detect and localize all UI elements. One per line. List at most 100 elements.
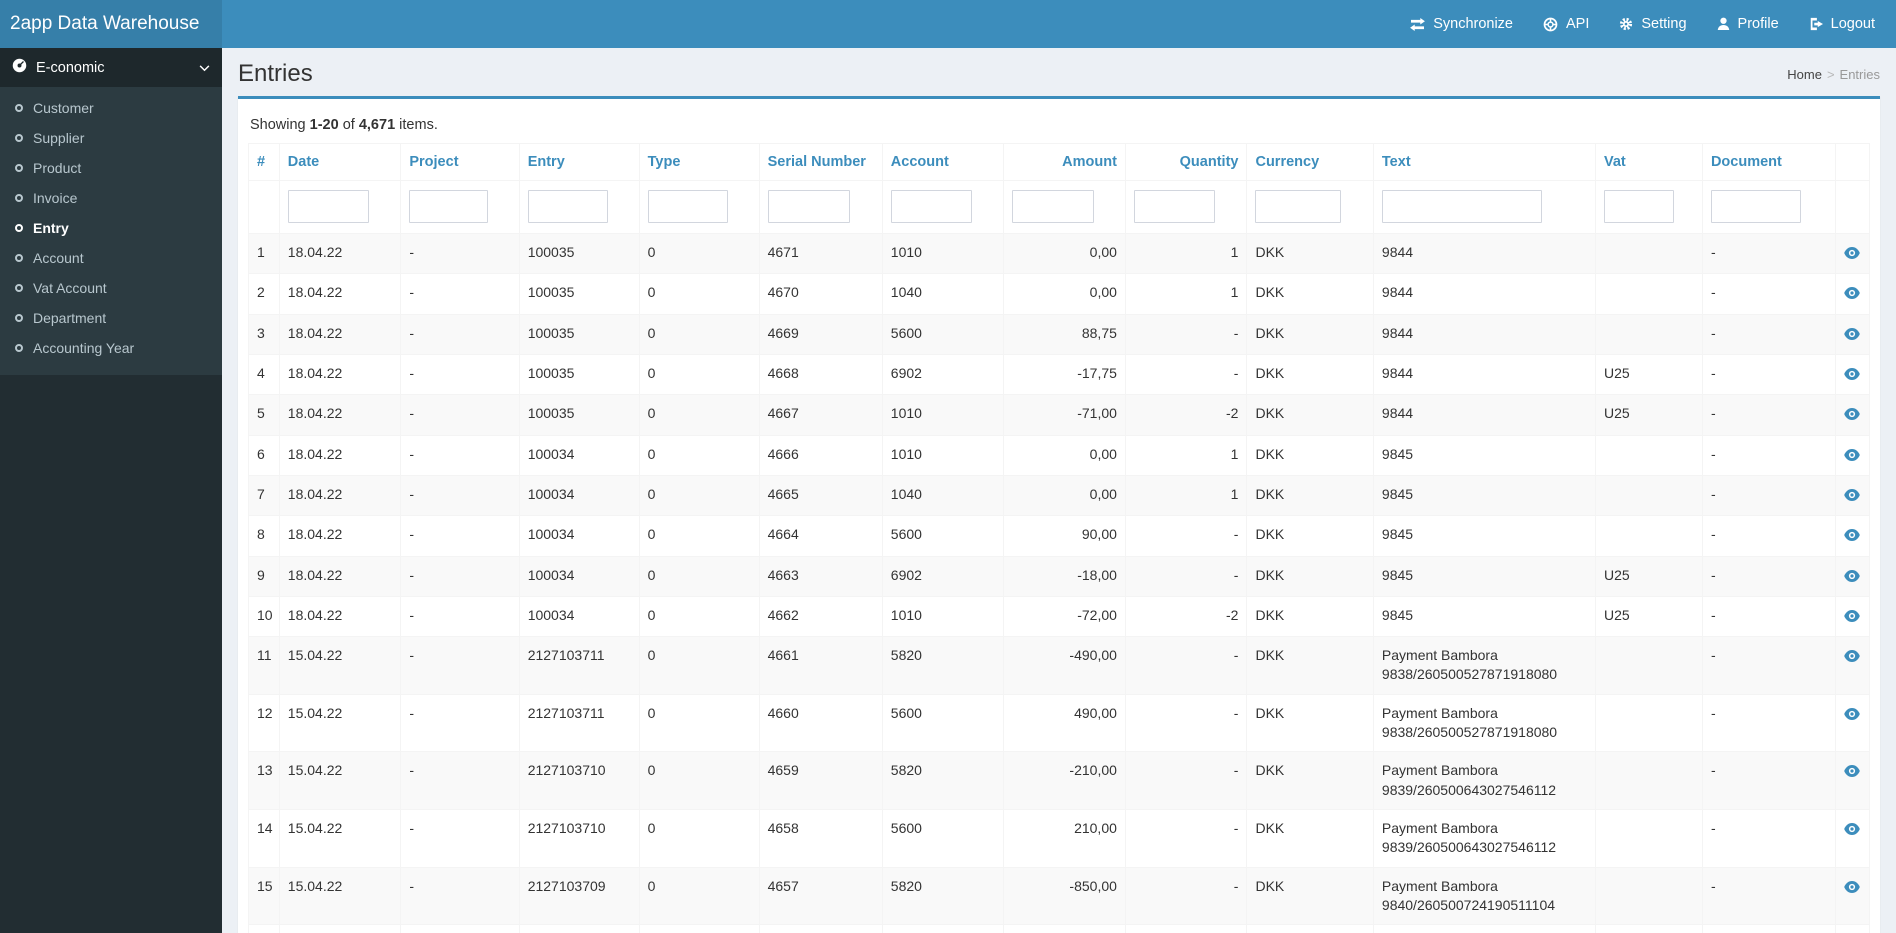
cell-account: 6902 bbox=[881, 555, 1005, 597]
app-logo[interactable]: 2app Data Warehouse bbox=[0, 0, 222, 48]
cell-account: 5820 bbox=[881, 636, 1005, 695]
filter-type-input[interactable] bbox=[647, 190, 728, 223]
nav-item-profile[interactable]: Profile bbox=[1702, 0, 1794, 48]
sidebar-item-customer[interactable]: Customer bbox=[0, 93, 222, 123]
eye-icon bbox=[1844, 247, 1861, 259]
cell-vat: U25 bbox=[1594, 394, 1703, 436]
cell-num: 3 bbox=[248, 313, 280, 355]
view-entry-button[interactable] bbox=[1844, 404, 1861, 425]
sidebar-item-vat-account[interactable]: Vat Account bbox=[0, 273, 222, 303]
view-entry-button[interactable] bbox=[1844, 324, 1861, 345]
column-header-type[interactable]: Type bbox=[638, 143, 760, 181]
view-entry-button[interactable] bbox=[1844, 445, 1861, 466]
view-entry-button[interactable] bbox=[1844, 819, 1861, 840]
cell-type: 0 bbox=[638, 693, 760, 753]
cell-amount: -71,00 bbox=[1003, 394, 1126, 436]
view-entry-button[interactable] bbox=[1844, 566, 1861, 587]
cell-currency: DKK bbox=[1246, 515, 1374, 557]
nav-label: Profile bbox=[1737, 16, 1779, 32]
nav-item-synchronize[interactable]: Synchronize bbox=[1395, 0, 1528, 48]
filter-currency-input[interactable] bbox=[1255, 190, 1341, 223]
cell-quantity: -2 bbox=[1124, 394, 1248, 436]
filter-entry-input[interactable] bbox=[527, 190, 608, 223]
view-entry-button[interactable] bbox=[1844, 606, 1861, 627]
sidebar: E-conomic Customer Supplier Product Invo… bbox=[0, 48, 222, 933]
filter-cell-date bbox=[278, 180, 402, 234]
eye-icon bbox=[1844, 327, 1861, 340]
filter-vat-input[interactable] bbox=[1603, 190, 1675, 223]
nav-item-setting[interactable]: Setting bbox=[1604, 0, 1701, 48]
cell-account: 5820 bbox=[881, 751, 1005, 810]
cell-vat bbox=[1594, 924, 1703, 933]
eye-icon bbox=[1844, 367, 1861, 380]
view-entry-button[interactable] bbox=[1844, 243, 1861, 264]
cell-num: 6 bbox=[248, 434, 280, 476]
cell-date: 15.04.22 bbox=[278, 866, 402, 926]
sidebar-item-product[interactable]: Product bbox=[0, 153, 222, 183]
sidebar-item-supplier[interactable]: Supplier bbox=[0, 123, 222, 153]
chevron-down-icon bbox=[199, 60, 210, 76]
nav-item-logout[interactable]: Logout bbox=[1794, 0, 1890, 48]
cell-serial: 4668 bbox=[758, 353, 883, 396]
cell-amount: -18,00 bbox=[1003, 555, 1126, 597]
column-header-account[interactable]: Account bbox=[881, 143, 1005, 181]
column-header-project[interactable]: Project bbox=[400, 143, 520, 181]
eye-icon bbox=[1844, 408, 1861, 421]
view-entry-button[interactable] bbox=[1844, 364, 1861, 385]
cell-currency: DKK bbox=[1246, 595, 1374, 638]
view-entry-button[interactable] bbox=[1844, 525, 1861, 546]
column-header-vat[interactable]: Vat bbox=[1594, 143, 1703, 181]
column-header-amount[interactable]: Amount bbox=[1003, 143, 1126, 181]
cell-serial: 4662 bbox=[758, 595, 883, 638]
table-row: 6 18.04.22-100034 0 4666 1010 0,00 1 DKK 9845- bbox=[248, 434, 1871, 476]
filter-account-input[interactable] bbox=[890, 190, 973, 223]
nav-label: Logout bbox=[1830, 16, 1875, 32]
sidebar-item-invoice[interactable]: Invoice bbox=[0, 183, 222, 213]
cell-type: 0 bbox=[638, 924, 760, 933]
view-entry-button[interactable] bbox=[1844, 646, 1861, 667]
column-header-serial[interactable]: Serial Number bbox=[758, 143, 883, 181]
view-entry-button[interactable] bbox=[1844, 485, 1861, 506]
filter-quantity-input[interactable] bbox=[1133, 190, 1216, 223]
filter-date-input[interactable] bbox=[287, 190, 370, 223]
filter-document-input[interactable] bbox=[1710, 190, 1802, 223]
column-header-text[interactable]: Text bbox=[1372, 143, 1596, 181]
view-entry-button[interactable] bbox=[1844, 704, 1861, 725]
user-icon bbox=[1717, 17, 1730, 31]
table-row: 5 18.04.22-100035 0 4667 1010 -71,00 -2 DKK 9844… bbox=[248, 394, 1871, 436]
cell-entry: 100034 bbox=[518, 474, 640, 517]
column-header-quantity[interactable]: Quantity bbox=[1124, 143, 1248, 181]
breadcrumb-home[interactable]: Home bbox=[1787, 67, 1822, 82]
filter-project-input[interactable] bbox=[409, 190, 489, 223]
sidebar-item-entry[interactable]: Entry bbox=[0, 213, 222, 243]
view-entry-button[interactable] bbox=[1844, 761, 1861, 782]
cell-type: 0 bbox=[638, 636, 760, 695]
cell-quantity: - bbox=[1124, 353, 1248, 396]
filter-text-input[interactable] bbox=[1381, 190, 1542, 223]
column-header-entry[interactable]: Entry bbox=[518, 143, 640, 181]
column-header-currency[interactable]: Currency bbox=[1246, 143, 1374, 181]
cell-currency: DKK bbox=[1246, 232, 1374, 275]
view-entry-button[interactable] bbox=[1844, 283, 1861, 304]
column-header-document[interactable]: Document bbox=[1701, 143, 1836, 181]
cell-amount: 0,00 bbox=[1003, 273, 1126, 315]
eye-icon bbox=[1844, 823, 1861, 835]
filter-serial-input[interactable] bbox=[767, 190, 851, 223]
cell-text: 9844 bbox=[1372, 313, 1596, 355]
cell-text: Payment Bambora 9839/260500643027546112 bbox=[1372, 751, 1596, 810]
view-entry-button[interactable] bbox=[1844, 877, 1861, 898]
sidebar-item-account[interactable]: Account bbox=[0, 243, 222, 273]
nav-label: Synchronize bbox=[1433, 16, 1513, 32]
cell-action bbox=[1834, 924, 1871, 933]
eye-icon bbox=[1844, 650, 1861, 663]
cell-action bbox=[1834, 232, 1871, 275]
filter-amount-input[interactable] bbox=[1012, 190, 1094, 223]
sidebar-item-department[interactable]: Department bbox=[0, 303, 222, 333]
table-row: 1615.04.22-2127103709046565600850,00-DKK… bbox=[248, 924, 1871, 933]
sidebar-item-accounting-year[interactable]: Accounting Year bbox=[0, 333, 222, 363]
cell-project: - bbox=[400, 394, 520, 436]
cell-currency: DKK bbox=[1246, 394, 1374, 436]
nav-item-api[interactable]: API bbox=[1528, 0, 1604, 48]
column-header-date[interactable]: Date bbox=[278, 143, 402, 181]
sidebar-section-economic[interactable]: E-conomic bbox=[0, 48, 222, 87]
